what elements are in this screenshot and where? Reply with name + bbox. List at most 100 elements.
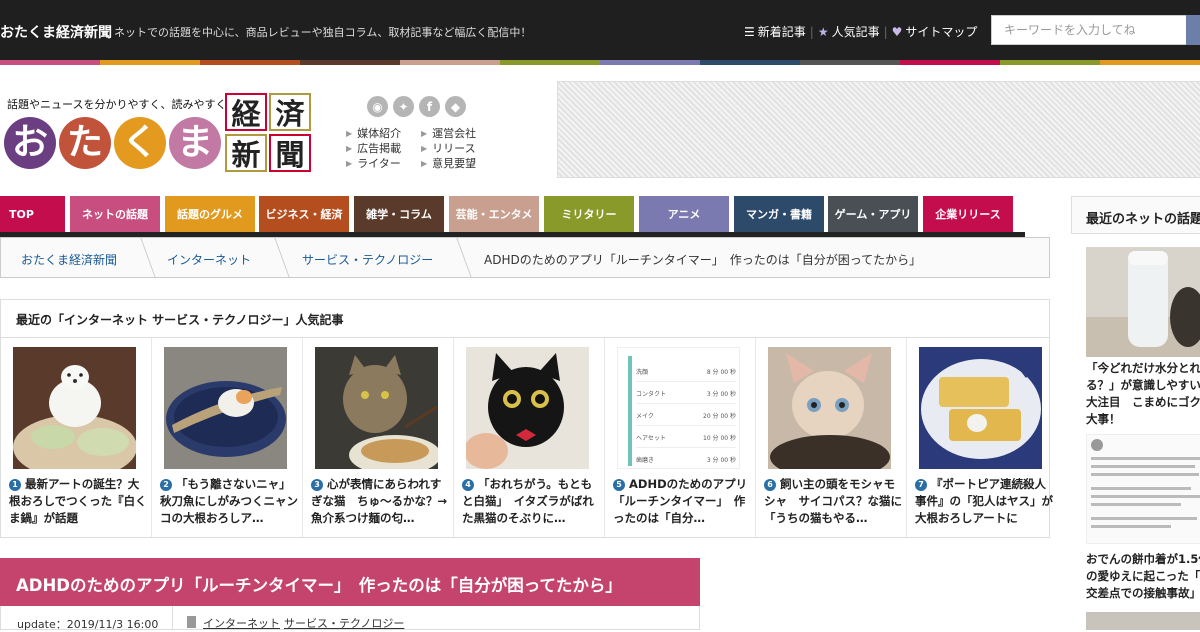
search-input[interactable] — [991, 15, 1187, 45]
sidebar-text-line: る？」が意識しやすい — [1086, 378, 1200, 392]
ranking-thumb[interactable] — [164, 347, 287, 469]
top-link-sitemap[interactable]: サイトマップ — [905, 23, 977, 40]
ranking-caption[interactable]: 1 最新アートの誕生？大根おろしでつくった『白くま鍋』が話題 — [9, 476, 147, 527]
twitter-icon[interactable]: ✦ — [393, 96, 414, 117]
article-meta: update：2019/11/3 16:00 インターネット サービス・テクノロジ… — [0, 606, 700, 631]
social-icons: ◉ ✦ f ◆ — [367, 96, 466, 117]
header-link-writer[interactable]: ライター — [346, 156, 401, 171]
app-row-time: 10 分 00 秒 — [703, 435, 736, 442]
stripe-segment — [800, 60, 900, 65]
nav-tab-label: アニメ — [667, 208, 701, 221]
ranking-item-2[interactable]: 2 「もう離さないニャ」秋刀魚にしがみつくニャンコの大根おろしア… — [152, 338, 303, 537]
stripe-segment — [600, 60, 700, 65]
ranking-caption[interactable]: 3 心が表情にあらわれすぎな猫 ちゅ～るかな？→魚介系つけ麺の匂… — [311, 476, 449, 527]
article-title: ADHDのためのアプリ「ルーチンタイマー」 作ったのは「自分が困ってたから」 — [0, 558, 700, 606]
ranking-caption[interactable]: 5 ADHDのためのアプリ「ルーチンタイマー」 作ったのは「自分… — [613, 476, 751, 527]
nav-tab-military[interactable]: ミリタリー — [544, 196, 634, 232]
app-row: 歯磨き 3 分 00 秒 — [636, 448, 736, 468]
header-link-feedback[interactable]: 意見要望 — [421, 156, 476, 171]
ranking-caption[interactable]: 2 「もう離さないニャ」秋刀魚にしがみつくニャンコの大根おろしア… — [160, 476, 298, 527]
sidebar-text-line: 「今どれだけ水分とれて — [1086, 361, 1200, 375]
header-link-ads[interactable]: 広告掲載 — [346, 141, 401, 156]
nav-tab-label: 話題のグルメ — [177, 208, 243, 221]
sidebar-thumb-1[interactable] — [1086, 247, 1200, 357]
ranking-item-5[interactable]: 洗顔 8 分 00 秒 コンタクト 3 分 00 秒 メイク 20 分 00 秒 ヘア… — [605, 338, 756, 537]
site-name[interactable]: おたくま経済新聞 — [0, 22, 112, 42]
nav-tab-gourmet[interactable]: 話題のグルメ — [165, 196, 255, 232]
app-row-name: 歯磨き — [636, 457, 655, 464]
ranking-thumb[interactable] — [919, 347, 1042, 469]
category-link-service-tech[interactable]: サービス・テクノロジー — [284, 617, 404, 630]
breadcrumb-home[interactable]: おたくま経済新聞 — [21, 251, 117, 268]
stripe-segment — [0, 60, 100, 65]
sidebar-text-line: おでんの餅巾着が1.5倍 — [1086, 552, 1200, 566]
ranking-text: 『ポートピア連続殺人事件』の「犯人はヤス」が大根おろしアートに — [915, 477, 1053, 525]
breadcrumb-service-tech[interactable]: サービス・テクノロジー — [302, 251, 433, 268]
top-link-new[interactable]: 新着記事 — [758, 23, 806, 40]
ranking-caption[interactable]: 6 飼い主の頭をモシャモシャ サイコパス？な猫に「うちの猫もやる… — [764, 476, 902, 527]
header-link-media[interactable]: 媒体紹介 — [346, 126, 401, 141]
app-row-name: コンタクト — [636, 391, 667, 398]
ranking-item-6[interactable]: 6 飼い主の頭をモシャモシャ サイコパス？な猫に「うちの猫もやる… — [756, 338, 907, 537]
top-links: ☰ 新着記事 | ★ 人気記事 | ♥ サイトマップ — [744, 23, 977, 40]
sidebar-thumb-3[interactable] — [1086, 612, 1200, 630]
logo-letter-o[interactable]: お — [4, 117, 56, 169]
feedly-icon[interactable]: ◆ — [445, 96, 466, 117]
ad-banner[interactable] — [557, 81, 1200, 178]
search-button[interactable] — [1186, 15, 1200, 45]
stripe-segment — [1100, 60, 1200, 65]
ranking-thumb[interactable] — [768, 347, 891, 469]
nav-tab-label: マンガ・書籍 — [746, 208, 812, 221]
text-line — [1091, 473, 1199, 476]
logo-kanji-zai: 済 — [269, 93, 311, 131]
sidebar-item-1[interactable]: 「今どれだけ水分とれて る？」が意識しやすい 大注目 こまめにゴクゴ 大事！ — [1086, 360, 1200, 428]
nav-tab-manga[interactable]: マンガ・書籍 — [734, 196, 824, 232]
ranking-number: 2 — [160, 479, 172, 491]
ranking-item-7[interactable]: 7 『ポートピア連続殺人事件』の「犯人はヤス」が大根おろしアートに — [907, 338, 1058, 537]
ranking-text: 最新アートの誕生？大根おろしでつくった『白くま鍋』が話題 — [9, 477, 147, 525]
sidebar-item-2[interactable]: おでんの餅巾着が1.5倍 の愛ゆえに起こった「香 交差点での接触事故」 — [1086, 551, 1200, 602]
rss-icon[interactable]: ◉ — [367, 96, 388, 117]
sidebar-thumb-2[interactable] — [1086, 434, 1200, 544]
breadcrumb-separator — [121, 237, 156, 278]
nav-tab-game[interactable]: ゲーム・アプリ — [828, 196, 918, 232]
logo-letter-ta[interactable]: た — [59, 117, 111, 169]
divider — [172, 606, 173, 630]
nav-tab-net[interactable]: ネットの話題 — [70, 196, 160, 232]
heart-icon: ♥ — [891, 24, 903, 39]
category-link-internet[interactable]: インターネット — [203, 617, 280, 630]
sidebar-header: 最近のネットの話題 — [1071, 196, 1200, 234]
nav-tab-label: 雑学・コラム — [366, 208, 432, 221]
ranking-text: 「おれちがう。もともと白猫」 イタズラがばれた黒猫のそぶりに… — [462, 477, 594, 525]
ranking-caption[interactable]: 7 『ポートピア連続殺人事件』の「犯人はヤス」が大根おろしアートに — [915, 476, 1053, 527]
app-row: コンタクト 3 分 00 秒 — [636, 382, 736, 404]
top-link-popular[interactable]: 人気記事 — [832, 23, 880, 40]
nav-tab-label: ミリタリー — [561, 208, 617, 221]
ranking-thumb[interactable] — [13, 347, 136, 469]
nav-tab-top[interactable]: TOP — [0, 196, 65, 232]
breadcrumb-separator — [255, 237, 290, 278]
header-link-company[interactable]: 運営会社 — [421, 126, 476, 141]
ranking-item-4[interactable]: 4 「おれちがう。もともと白猫」 イタズラがばれた黒猫のそぶりに… — [454, 338, 605, 537]
ranking-item-3[interactable]: 3 心が表情にあらわれすぎな猫 ちゅ～るかな？→魚介系つけ麺の匂… — [303, 338, 454, 537]
facebook-icon[interactable]: f — [419, 96, 440, 117]
breadcrumb-internet[interactable]: インターネット — [167, 251, 251, 268]
logo-letter-ku[interactable]: く — [114, 117, 166, 169]
top-bar: おたくま経済新聞 ネットでの話題を中心に、商品レビューや独自コラム、取材記事など… — [0, 0, 1200, 60]
nav-tab-label: 芸能・エンタメ — [455, 208, 533, 221]
ranking-caption[interactable]: 4 「おれちがう。もともと白猫」 イタズラがばれた黒猫のそぶりに… — [462, 476, 600, 527]
nav-tab-anime[interactable]: アニメ — [639, 196, 729, 232]
nav-tab-column[interactable]: 雑学・コラム — [354, 196, 444, 232]
logo-letter-ma[interactable]: ま — [169, 117, 221, 169]
ranking-thumb[interactable] — [315, 347, 438, 469]
ranking-thumb[interactable] — [466, 347, 589, 469]
header-link-release[interactable]: リリース — [421, 141, 476, 156]
nav-tab-entame[interactable]: 芸能・エンタメ — [449, 196, 539, 232]
ranking-item-1[interactable]: 1 最新アートの誕生？大根おろしでつくった『白くま鍋』が話題 — [1, 338, 152, 537]
ranking-thumb[interactable]: 洗顔 8 分 00 秒 コンタクト 3 分 00 秒 メイク 20 分 00 秒 ヘア… — [617, 347, 740, 469]
app-screenshot: 洗顔 8 分 00 秒 コンタクト 3 分 00 秒 メイク 20 分 00 秒 ヘア… — [636, 360, 736, 468]
divider: | — [809, 24, 814, 39]
document-icon — [187, 616, 196, 628]
nav-tab-business[interactable]: ビジネス・経済 — [259, 196, 349, 232]
nav-tab-release[interactable]: 企業リリース — [923, 196, 1013, 232]
